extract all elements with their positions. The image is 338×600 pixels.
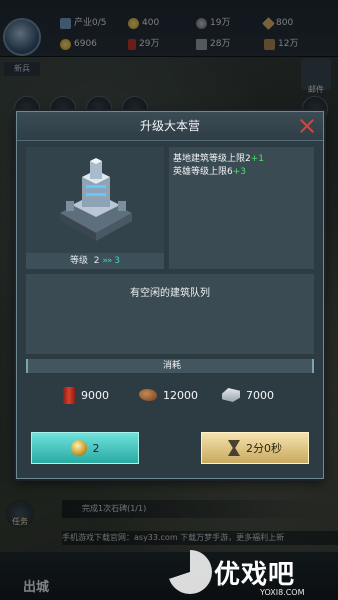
upgrade-bonus-panel: 基地建筑等级上限2+1 英雄等级上限6+3: [169, 147, 314, 269]
site-watermark: 优戏吧 YOXI8.COM: [168, 550, 338, 600]
bonus-line: 基地建筑等级上限2+1: [173, 154, 265, 164]
steel-icon: [222, 388, 240, 402]
cost-ore: 12000: [139, 386, 198, 404]
ore-icon: [139, 389, 157, 401]
hourglass-icon: [228, 440, 240, 456]
building-preview: [26, 147, 164, 255]
headquarters-building-icon: [60, 158, 132, 241]
watermark-url: YOXI8.COM: [260, 588, 305, 597]
close-icon[interactable]: [297, 116, 317, 136]
instant-upgrade-button[interactable]: 2: [31, 432, 139, 464]
level-indicator: 等级 2 »» 3: [26, 253, 164, 269]
dialog-header: 升级大本营: [17, 112, 323, 141]
build-queue-panel: 有空闲的建筑队列: [26, 274, 314, 354]
watermark-logo-icon: [168, 550, 212, 594]
cost-steel: 7000: [222, 386, 274, 404]
timed-upgrade-button[interactable]: 2分0秒: [201, 432, 309, 464]
cost-header: 消耗: [26, 359, 314, 373]
level-up-arrow-icon: »»: [102, 256, 112, 266]
cost-oil: 9000: [63, 386, 109, 404]
cost-label: 消耗: [162, 361, 181, 371]
bonus-line: 英雄等级上限6+3: [173, 167, 247, 177]
dialog-title: 升级大本营: [139, 119, 200, 133]
oil-barrel-icon: [63, 386, 75, 404]
watermark-brand: 优戏吧: [214, 560, 296, 590]
gold-coin-icon: [70, 440, 87, 456]
upgrade-headquarters-dialog: 升级大本营 等级 2 »» 3 基地建筑等级上限2+1 英雄等级上限6+3 有空…: [16, 111, 324, 479]
build-queue-status: 有空闲的建筑队列: [130, 288, 210, 299]
